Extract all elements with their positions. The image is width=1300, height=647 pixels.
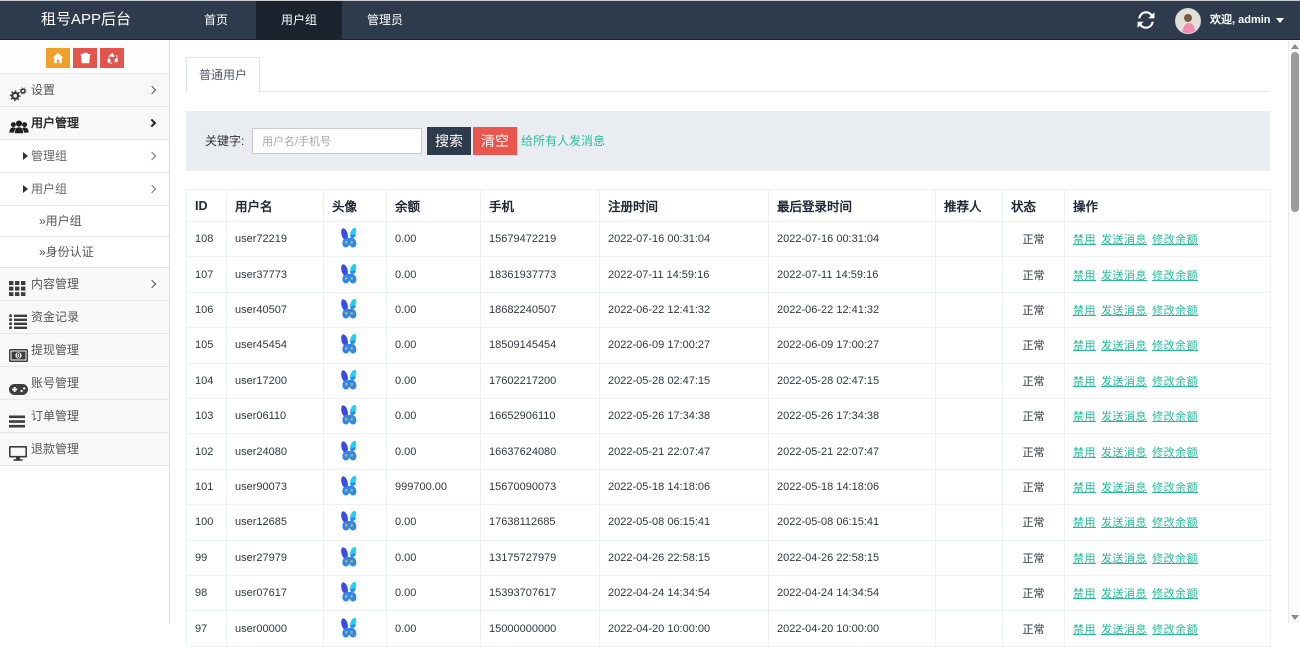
svg-text:0: 0 [17,353,21,360]
